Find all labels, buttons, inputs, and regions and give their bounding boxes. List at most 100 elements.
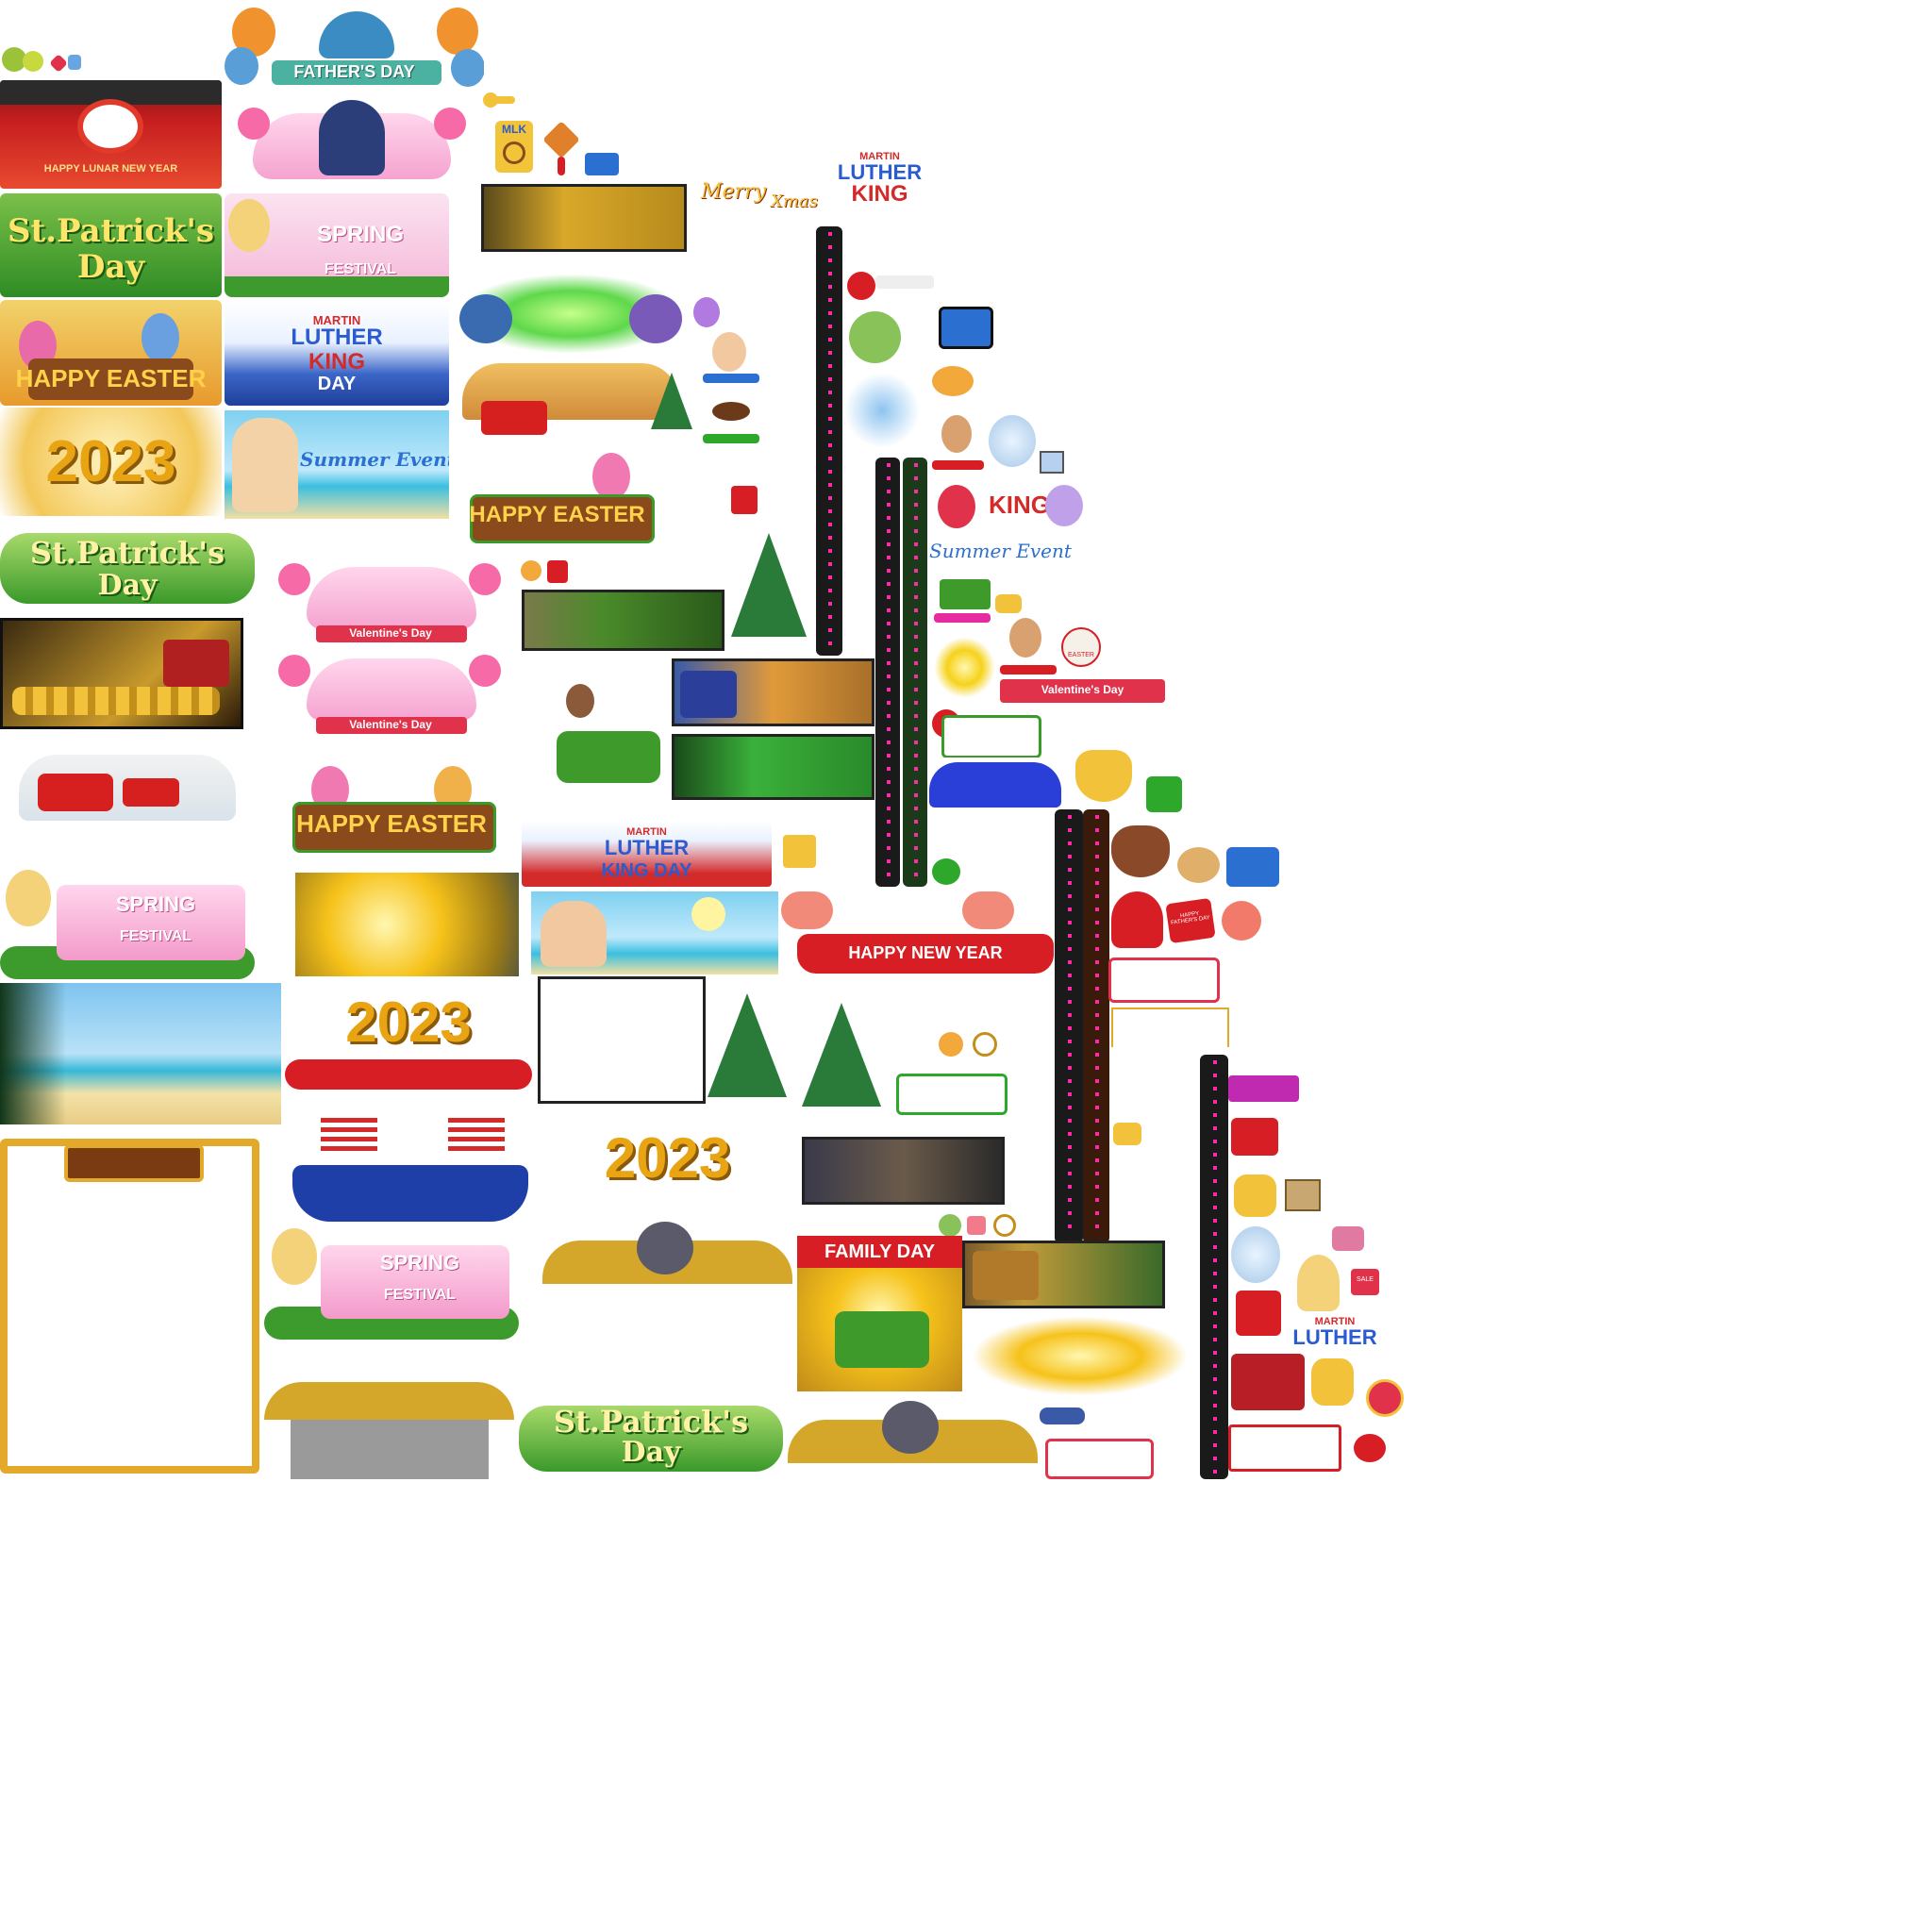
lunar-new-year-label: HAPPY LUNAR NEW YEAR [43,163,178,175]
girl-icon-bar [932,415,984,472]
blue-boxes-icon [1226,847,1279,887]
progress-rail-3 [903,458,927,887]
lantern-ornament [544,121,578,177]
christmas-tree-big-2 [708,976,788,1108]
usa-flags-banner [283,1108,538,1222]
valentines-banner-2: Valentine's Day [269,559,512,646]
family-icon-round [1366,1379,1404,1417]
car-icon [557,731,660,783]
santa-sleigh-banner-2 [453,354,698,443]
mlk-text-logo-2: MARTIN LUTHER [1292,1316,1377,1349]
mlk-text-logo-1: MARTIN LUTHER KING [837,151,923,207]
lunar-new-year-banner: HAPPY LUNAR NEW YEAR [0,80,222,189]
pot-of-gold-icon [1111,825,1170,877]
leprechaun-hat-icon [1146,776,1182,812]
jeep-characters [528,684,665,797]
gold-card-frame [0,1139,259,1474]
red-envelopes-icon [1236,1291,1281,1336]
ornament-icons-small [0,38,85,85]
yellow-explosion [972,1316,1189,1396]
peace-sign-icon [973,1032,997,1057]
basket-icon [1177,847,1220,883]
progress-rail-1 [816,226,842,656]
photo-icon [1040,451,1064,474]
fathers-day-banner: FATHER'S DAY [225,2,484,94]
christmas-tree-icon [708,993,787,1097]
valentines-banner-1 [225,94,477,189]
merry-xmas-banner: Merry Xmas [701,180,818,211]
christmas-tree-big-3 [802,986,882,1118]
progress-rail-5 [1083,809,1109,1243]
snow-globe-icon [1231,1226,1280,1283]
heroes-banner [802,1137,1005,1205]
progress-rail-4 [1055,809,1083,1243]
summer-beach-banner [531,891,778,974]
family-banner-2 [788,1401,1038,1479]
gold-burst-banner [295,873,519,976]
summer-event-label: Summer Event [929,540,1072,562]
truck-banner [672,658,874,726]
st-patricks-banner-3: St.Patrick's Day [519,1396,783,1479]
key-icon-small [483,85,517,111]
pink-ribbon-icon [1332,1226,1364,1251]
family-banner-1 [542,1222,792,1297]
blue-glow [844,373,920,448]
bell-icons-small [521,558,573,585]
new-year-2023-banner-2: 2023 [281,986,536,1094]
santa-sleigh-icon [38,774,113,811]
santa-sleigh-icon [481,401,547,435]
peace-sign-icon [503,142,525,164]
easter-banner-3: HAPPY EASTER [451,453,663,547]
red-envelope-icon [731,486,758,514]
easter-banner-1: HAPPY EASTER [0,300,222,406]
lion-dance-icon [77,99,143,154]
pink-cloud-1 [781,891,833,929]
bell-icon [939,1032,963,1057]
new-year-2023-banner-3: 2023 [604,1126,731,1190]
key-icon [12,687,220,715]
spring-festival-banner-3: SPRING FESTIVAL [264,1226,519,1340]
spring-festival-banner-1: SPRING FESTIVAL [0,866,255,979]
st-patricks-banner-2: St.Patrick's Day [0,524,255,613]
gold-keys-icon [1075,750,1132,802]
family-day-banner: FAMILY DAY [797,1236,962,1391]
progress-rail-2 [875,458,900,887]
cash-mystery-banner [522,590,724,651]
fathers-day-tag: HAPPY FATHER'S DAY [1165,897,1216,944]
champagne-icon [1045,485,1083,526]
blue-ribbon [929,762,1061,808]
purple-ornament [693,297,720,327]
snow-globe-icon [989,415,1036,467]
mustache-bar [703,396,759,448]
pink-cloud-2 [962,891,1014,929]
easter-egg-icon [592,453,630,500]
spring-festival-banner-2: SPRING FESTIVAL [225,193,449,297]
car-icon [940,579,991,609]
dot-icons-small [1040,1407,1085,1424]
hero-girl-bar [703,332,759,389]
green-frame-small [896,1074,1008,1115]
christmas-tree-icon [802,1003,881,1107]
happy-new-year-ribbon: HAPPY NEW YEAR [797,934,1054,974]
lion-dance-icon [1111,891,1163,948]
santa-sleigh-banner-1 [0,736,255,838]
balloon-icon [437,8,478,55]
girl-avatar-small [1297,1255,1340,1311]
red-frame-small [1228,1424,1341,1472]
bell-icon [521,560,541,581]
sale-tag: SALE [1351,1269,1379,1295]
valentines-ribbon-small: Valentine's Day [1000,679,1165,703]
st-patricks-banner-1: St.Patrick's Day [0,193,222,297]
easter-egg-icon [459,294,512,343]
girl-icon-bar-2 [1000,618,1057,679]
easter-egg-icon [142,313,179,362]
easter-bunny-badge: EASTER [1061,627,1101,667]
new-year-2023-banner-1: 2023 [0,408,222,516]
key-chest-banner [0,618,243,729]
magenta-plaque [1228,1075,1299,1102]
valentines-banner-3: Valentine's Day [269,651,512,738]
christmas-tree-big-1 [731,514,807,651]
keys-icon-2 [1311,1358,1354,1406]
flag-bow-icon [847,264,937,307]
beach-background [0,983,281,1124]
